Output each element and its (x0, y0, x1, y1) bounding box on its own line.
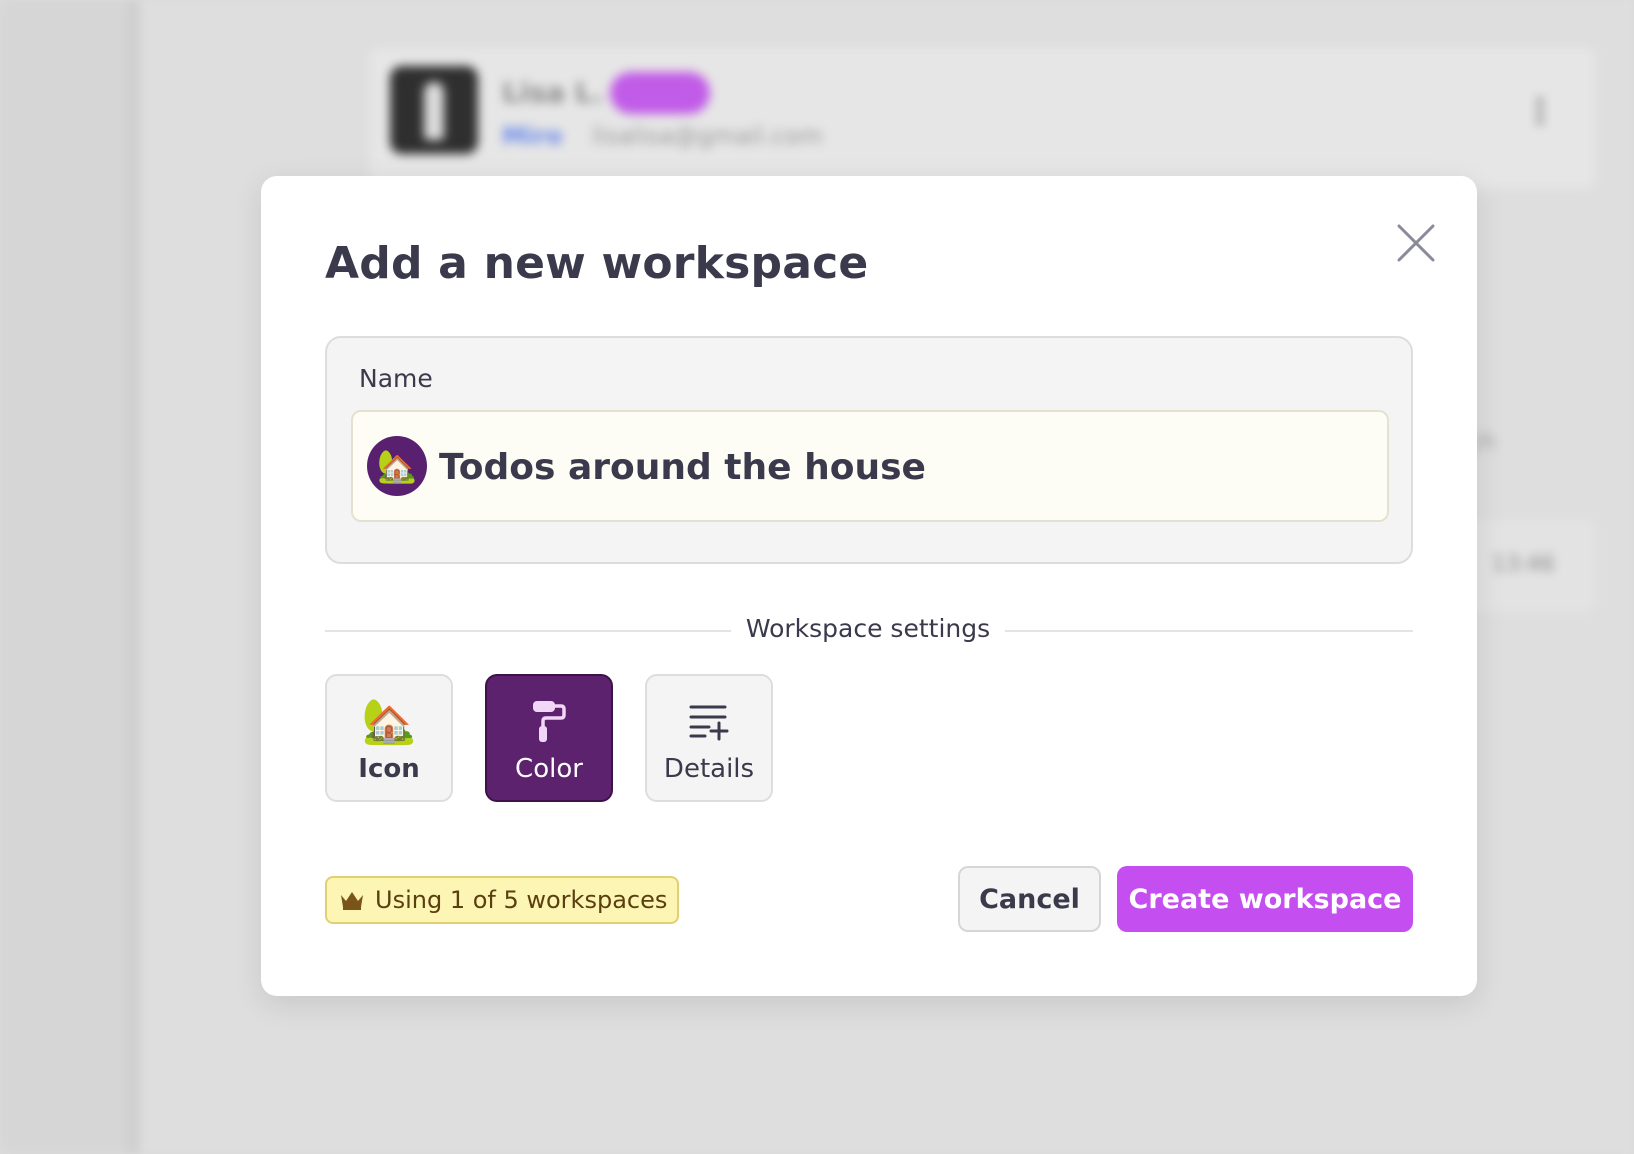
background-sidebar (0, 0, 140, 1154)
crown-icon (341, 892, 363, 910)
divider-right (1005, 630, 1413, 632)
workspace-emoji-icon[interactable]: 🏡 (367, 436, 427, 496)
avatar (390, 66, 478, 154)
user-name: Lisa L. (502, 76, 604, 109)
close-button[interactable] (1391, 218, 1441, 268)
details-setting-button[interactable]: Details (645, 674, 773, 802)
name-input[interactable] (439, 434, 1369, 500)
close-icon (1397, 224, 1435, 262)
usage-badge: Using 1 of 5 workspaces (325, 876, 680, 924)
list-add-icon (687, 692, 731, 750)
create-workspace-button[interactable]: Create workspace (1117, 866, 1413, 932)
user-email: lisalisa@gmail.com (592, 122, 823, 150)
background-user-card: Lisa L. Miro lisalisa@gmail.com (370, 48, 1595, 188)
add-workspace-modal: Add a new workspace Name 🏡 Workspace set… (261, 176, 1477, 996)
name-field[interactable]: 🏡 (351, 410, 1389, 522)
user-plan: Miro (502, 122, 563, 150)
user-role-badge (610, 72, 710, 114)
more-options-icon (1533, 96, 1547, 126)
usage-badge-text: Using 1 of 5 workspaces (375, 886, 668, 914)
settings-divider-label: Workspace settings (745, 614, 991, 643)
modal-title: Add a new workspace (325, 238, 869, 289)
house-emoji-icon: 🏡 (361, 696, 417, 747)
color-setting-button[interactable]: Color (485, 674, 613, 802)
details-setting-label: Details (663, 754, 755, 784)
icon-setting-button[interactable]: 🏡 Icon (325, 674, 453, 802)
background-row-time: 13:46 (1491, 552, 1555, 577)
icon-setting-label: Icon (358, 754, 420, 784)
paint-roller-icon (527, 692, 571, 750)
cancel-button[interactable]: Cancel (958, 866, 1101, 932)
color-setting-label: Color (515, 754, 583, 784)
name-label: Name (359, 364, 433, 393)
name-card: Name 🏡 (325, 336, 1413, 564)
divider-left (325, 630, 731, 632)
